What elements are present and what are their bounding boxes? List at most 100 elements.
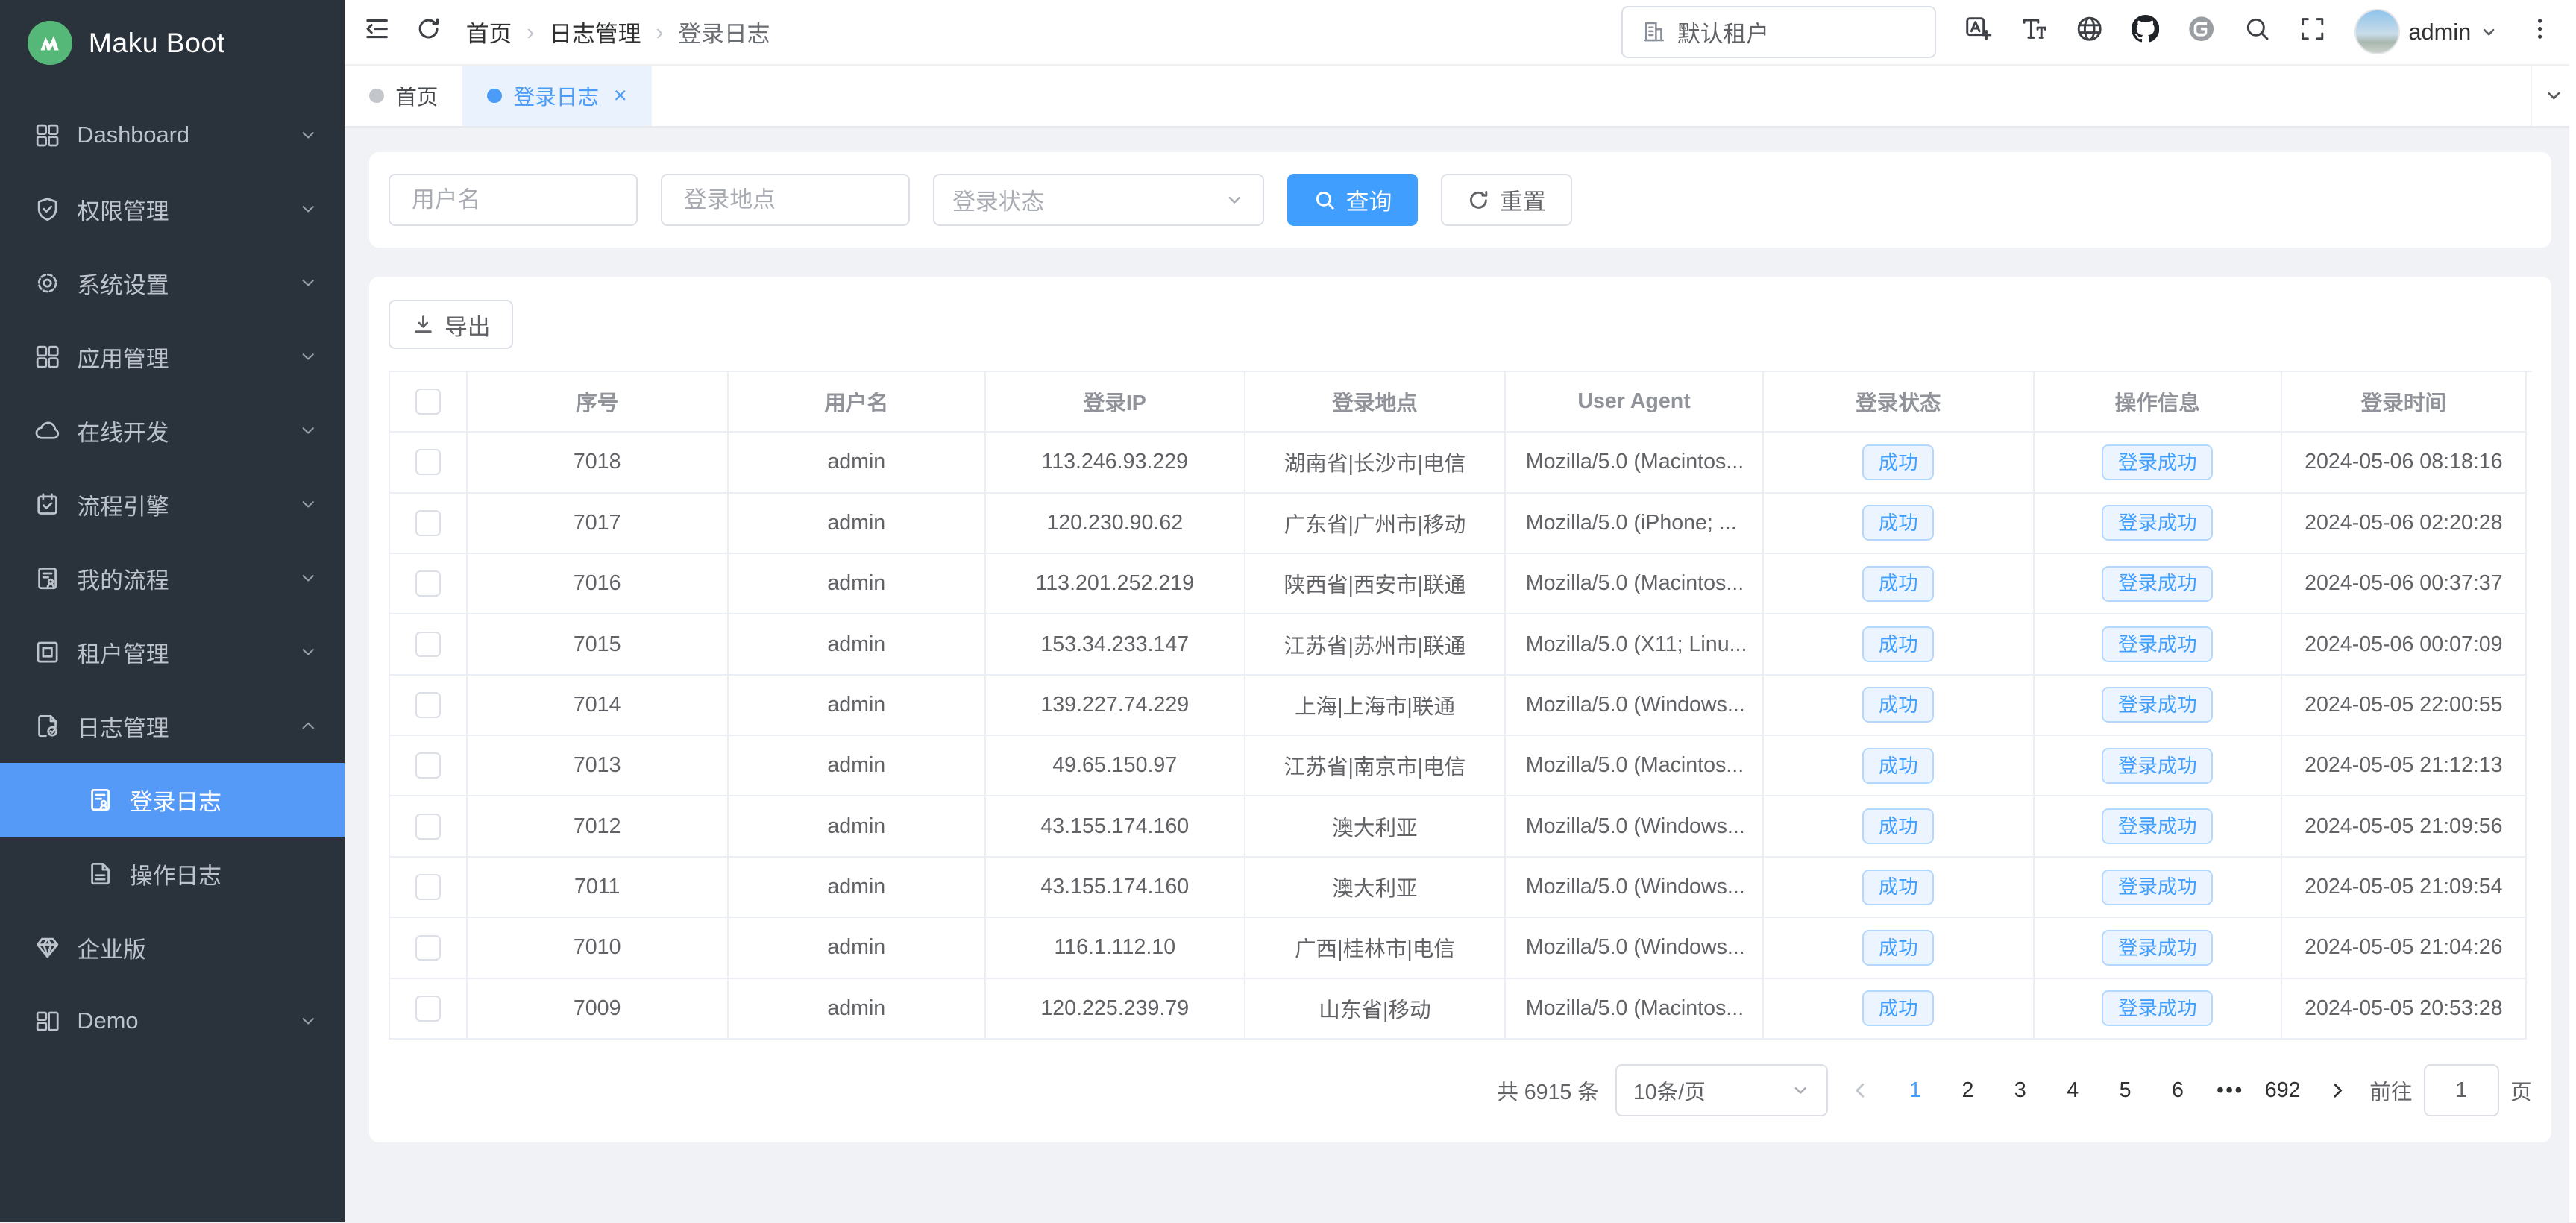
globe-button[interactable]	[2076, 15, 2103, 48]
tab-home[interactable]: 首页	[345, 66, 462, 126]
username-input[interactable]	[409, 185, 619, 215]
row-checkbox[interactable]	[415, 570, 442, 597]
page-size-select[interactable]: 10条/页	[1615, 1064, 1829, 1116]
font-size-button[interactable]	[2020, 15, 2047, 48]
row-checkbox[interactable]	[415, 632, 442, 658]
chevron-down-icon	[298, 125, 318, 145]
page-button-1[interactable]: 1	[1892, 1072, 1938, 1110]
sidebar-item-my-flows[interactable]: 我的流程	[0, 541, 345, 615]
cell-time: 2024-05-06 00:07:09	[2282, 614, 2527, 675]
cell-username: admin	[729, 736, 986, 796]
sidebar-item-label: 操作日志	[130, 857, 318, 890]
reset-button-label: 重置	[1500, 183, 1546, 216]
cell-id: 7009	[468, 979, 729, 1040]
page-button-4[interactable]: 4	[2049, 1072, 2096, 1110]
page-content: 登录状态 查询 重置	[345, 128, 2576, 1222]
row-checkbox[interactable]	[415, 874, 442, 900]
scrollbar-track[interactable]	[2569, 0, 2576, 1222]
row-checkbox[interactable]	[415, 996, 442, 1022]
prev-page-button[interactable]	[1844, 1080, 1876, 1101]
sidebar-item-app-management[interactable]: 应用管理	[0, 320, 345, 394]
sidebar-item-dashboard[interactable]: Dashboard	[0, 98, 345, 172]
sidebar-item-label: 在线开发	[77, 414, 282, 447]
export-button[interactable]: 导出	[389, 300, 513, 349]
location-input[interactable]	[680, 185, 890, 215]
cell-id: 7016	[468, 554, 729, 614]
sidebar-item-login-log[interactable]: 登录日志	[0, 763, 345, 837]
translate-button[interactable]	[1964, 15, 1992, 48]
cell-checkbox	[390, 554, 467, 614]
tenant-select[interactable]: 默认租户	[1621, 6, 1936, 58]
sidebar-item-system-settings[interactable]: 系统设置	[0, 246, 345, 320]
more-pages-icon[interactable]: •••	[2208, 1072, 2254, 1110]
fullscreen-button[interactable]	[2299, 15, 2326, 48]
cell-ip: 116.1.112.10	[986, 918, 1245, 978]
github-button[interactable]	[2132, 15, 2159, 48]
refresh-button[interactable]	[415, 16, 442, 48]
row-checkbox[interactable]	[415, 692, 442, 718]
cell-message: 登录成功	[2035, 614, 2282, 675]
row-checkbox[interactable]	[415, 510, 442, 536]
tab-login-log[interactable]: 登录日志×	[462, 66, 651, 126]
frame-icon	[34, 639, 60, 665]
cell-ip: 49.65.150.97	[986, 736, 1245, 796]
cell-id: 7014	[468, 676, 729, 736]
sidebar-item-enterprise[interactable]: 企业版	[0, 911, 345, 984]
location-field-wrap	[661, 174, 910, 226]
sidebar-item-label: 我的流程	[77, 562, 282, 595]
cell-ip: 43.155.174.160	[986, 858, 1245, 918]
sidebar-item-operation-log[interactable]: 操作日志	[0, 837, 345, 911]
next-page-button[interactable]	[2322, 1080, 2353, 1101]
chevron-down-icon	[298, 199, 318, 218]
page-button-3[interactable]: 3	[1997, 1072, 2043, 1110]
page-button-5[interactable]: 5	[2102, 1072, 2149, 1110]
app-logo[interactable]: Maku Boot	[0, 0, 345, 85]
page-button-2[interactable]: 2	[1945, 1072, 1991, 1110]
row-checkbox[interactable]	[415, 752, 442, 779]
cell-location: 上海|上海市|联通	[1245, 676, 1507, 736]
gear-icon	[34, 270, 60, 296]
goto-page-input[interactable]	[2424, 1064, 2499, 1116]
cell-message: 登录成功	[2035, 918, 2282, 978]
sidebar-item-permission[interactable]: 权限管理	[0, 172, 345, 246]
cell-location: 江苏省|苏州市|联通	[1245, 614, 1507, 675]
search-button[interactable]	[2243, 15, 2271, 48]
cell-username: admin	[729, 433, 986, 493]
page-button-692[interactable]: 692	[2260, 1072, 2306, 1110]
layout-icon	[34, 1008, 60, 1034]
more-menu-button[interactable]	[2527, 16, 2553, 48]
row-checkbox[interactable]	[415, 935, 442, 961]
filter-card: 登录状态 查询 重置	[369, 152, 2551, 248]
row-checkbox[interactable]	[415, 449, 442, 475]
user-menu[interactable]: admin	[2354, 9, 2498, 54]
cell-checkbox	[390, 494, 467, 554]
status-select[interactable]: 登录状态	[933, 174, 1264, 226]
close-icon[interactable]: ×	[614, 84, 627, 107]
sidebar-item-label: Dashboard	[77, 122, 282, 148]
app-root: Maku Boot Dashboard 权限管理系统设置应用管理在线开发流程引擎我…	[0, 0, 2576, 1222]
sidebar-item-online-dev[interactable]: 在线开发	[0, 394, 345, 468]
status-badge: 成功	[1862, 808, 1934, 844]
cell-message: 登录成功	[2035, 858, 2282, 918]
page-button-6[interactable]: 6	[2155, 1072, 2201, 1110]
sidebar-item-log-management[interactable]: 日志管理	[0, 689, 345, 763]
breadcrumb-item-home[interactable]: 首页	[466, 15, 512, 48]
cell-user-agent: Mozilla/5.0 (Windows...	[1506, 676, 1763, 736]
sidebar-item-demo[interactable]: Demo	[0, 984, 345, 1058]
cell-checkbox	[390, 796, 467, 857]
row-checkbox[interactable]	[415, 814, 442, 840]
header-cell: 用户名	[729, 372, 986, 433]
collapse-sidebar-button[interactable]	[364, 16, 390, 48]
breadcrumb-item-log-management[interactable]: 日志管理	[549, 15, 641, 48]
cell-location: 澳大利亚	[1245, 858, 1507, 918]
query-button[interactable]: 查询	[1287, 174, 1419, 226]
select-all-checkbox[interactable]	[415, 389, 442, 415]
cell-checkbox	[390, 918, 467, 978]
cell-user-agent: Mozilla/5.0 (iPhone; ...	[1506, 494, 1763, 554]
gitee-button[interactable]	[2187, 15, 2215, 48]
sidebar-item-tenant-management[interactable]: 租户管理	[0, 615, 345, 689]
sidebar-item-workflow-engine[interactable]: 流程引擎	[0, 468, 345, 541]
reset-button[interactable]: 重置	[1441, 174, 1572, 226]
globe-icon	[2076, 15, 2103, 48]
cell-username: admin	[729, 979, 986, 1040]
